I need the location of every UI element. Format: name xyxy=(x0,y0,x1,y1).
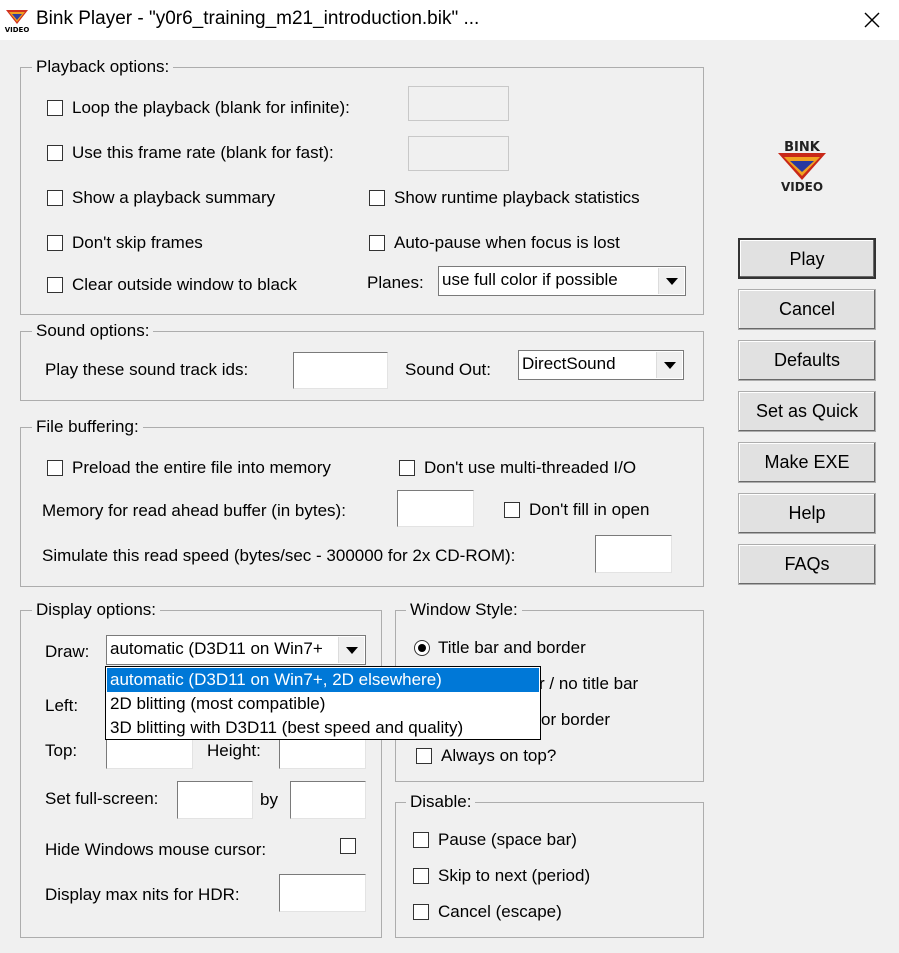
chevron-down-icon[interactable] xyxy=(338,637,364,663)
display-options-label: Display options: xyxy=(32,600,161,620)
dont-fill-label: Don't fill in open xyxy=(529,500,650,519)
chevron-down-icon[interactable] xyxy=(658,268,684,294)
fullscreen-label: Set full-screen: xyxy=(45,789,159,808)
hide-cursor-checkbox[interactable] xyxy=(340,838,356,854)
loop-label: Loop the playback (blank for infinite): xyxy=(72,98,350,117)
draw-label: Draw: xyxy=(45,642,90,661)
defaults-button[interactable]: Defaults xyxy=(738,340,876,381)
sound-track-ids-label: Play these sound track ids: xyxy=(45,360,249,379)
set-as-quick-button[interactable]: Set as Quick xyxy=(738,391,876,432)
playback-summary-label: Show a playback summary xyxy=(72,188,276,207)
draw-option-automatic[interactable]: automatic (D3D11 on Win7+, 2D elsewhere) xyxy=(107,668,539,692)
frame-rate-label: Use this frame rate (blank for fast): xyxy=(72,143,334,162)
no-multithread-label: Don't use multi-threaded I/O xyxy=(424,458,637,477)
disable-pause-checkbox[interactable] xyxy=(413,832,429,848)
disable-label: Disable: xyxy=(406,792,476,812)
simulate-speed-label: Simulate this read speed (bytes/sec - 30… xyxy=(42,546,516,565)
read-ahead-label: Memory for read ahead buffer (in bytes): xyxy=(42,501,346,520)
no-border-label: or border xyxy=(541,710,610,729)
max-nits-label: Display max nits for HDR: xyxy=(45,885,240,904)
fullscreen-width-input[interactable] xyxy=(177,781,253,819)
file-buffering-label: File buffering: xyxy=(32,417,143,437)
top-label: Top: xyxy=(45,741,78,760)
sound-out-label: Sound Out: xyxy=(405,360,492,379)
sound-options-label: Sound options: xyxy=(32,321,154,341)
svg-text:VIDEO: VIDEO xyxy=(5,26,30,34)
disable-pause-label: Pause (space bar) xyxy=(438,830,577,849)
disable-skip-checkbox[interactable] xyxy=(413,868,429,884)
play-button[interactable]: Play xyxy=(738,238,876,279)
playback-options-label: Playback options: xyxy=(32,57,174,77)
dont-skip-frames-label: Don't skip frames xyxy=(72,233,203,252)
draw-select-value: automatic (D3D11 on Win7+ xyxy=(110,639,323,658)
logo-bottom-text: VIDEO xyxy=(781,180,823,194)
max-nits-input[interactable] xyxy=(279,874,366,912)
title-bar-border-label: Title bar and border xyxy=(438,638,586,657)
runtime-stats-label: Show runtime playback statistics xyxy=(394,188,640,207)
radio-selected-dot xyxy=(418,644,426,652)
sound-out-value: DirectSound xyxy=(522,354,616,373)
disable-cancel-checkbox[interactable] xyxy=(413,904,429,920)
cancel-button[interactable]: Cancel xyxy=(738,289,876,330)
planes-select[interactable]: use full color if possible xyxy=(438,266,686,296)
left-label: Left: xyxy=(45,696,79,715)
title-bar: VIDEO Bink Player - "y0r6_training_m21_i… xyxy=(0,0,899,40)
no-multithread-checkbox[interactable] xyxy=(399,460,415,476)
height-label: Height: xyxy=(207,741,261,760)
fullscreen-height-input[interactable] xyxy=(290,781,366,819)
frame-rate-checkbox[interactable] xyxy=(47,145,63,161)
fullscreen-by-label: by xyxy=(260,790,278,809)
draw-dropdown-list: automatic (D3D11 on Win7+, 2D elsewhere)… xyxy=(105,666,541,740)
clear-outside-label: Clear outside window to black xyxy=(72,275,297,294)
runtime-stats-checkbox[interactable] xyxy=(369,190,385,206)
disable-skip-label: Skip to next (period) xyxy=(438,866,591,885)
no-title-bar-label: r / no title bar xyxy=(539,674,639,693)
preload-checkbox[interactable] xyxy=(47,460,63,476)
draw-option-3d-blitting[interactable]: 3D blitting with D3D11 (best speed and q… xyxy=(107,716,539,740)
auto-pause-checkbox[interactable] xyxy=(369,235,385,251)
draw-option-2d-blitting[interactable]: 2D blitting (most compatible) xyxy=(107,692,539,716)
window-style-label: Window Style: xyxy=(406,600,522,620)
bink-logo-icon: BINK VIDEO xyxy=(778,140,826,194)
loop-count-input[interactable] xyxy=(408,86,509,121)
read-ahead-input[interactable] xyxy=(397,490,474,527)
window-title: Bink Player - "y0r6_training_m21_introdu… xyxy=(36,8,480,29)
clear-outside-checkbox[interactable] xyxy=(47,277,63,293)
bink-app-icon: VIDEO xyxy=(5,10,30,34)
make-exe-button[interactable]: Make EXE xyxy=(738,442,876,483)
logo-top-text: BINK xyxy=(784,140,821,155)
sound-out-select[interactable]: DirectSound xyxy=(518,350,684,380)
dont-skip-frames-checkbox[interactable] xyxy=(47,235,63,251)
simulate-speed-input[interactable] xyxy=(595,535,672,573)
draw-select[interactable]: automatic (D3D11 on Win7+ xyxy=(106,635,366,665)
playback-summary-checkbox[interactable] xyxy=(47,190,63,206)
planes-select-value: use full color if possible xyxy=(442,270,618,289)
always-on-top-label: Always on top? xyxy=(441,746,557,765)
always-on-top-checkbox[interactable] xyxy=(416,748,432,764)
disable-cancel-label: Cancel (escape) xyxy=(438,902,562,921)
title-bar-border-radio[interactable] xyxy=(414,640,430,656)
chevron-down-icon[interactable] xyxy=(656,352,682,378)
frame-rate-input[interactable] xyxy=(408,136,509,171)
planes-label: Planes: xyxy=(367,273,424,292)
help-button[interactable]: Help xyxy=(738,493,876,534)
sound-track-ids-input[interactable] xyxy=(293,352,388,389)
preload-label: Preload the entire file into memory xyxy=(72,458,331,477)
loop-checkbox[interactable] xyxy=(47,100,63,116)
auto-pause-label: Auto-pause when focus is lost xyxy=(394,233,620,252)
faqs-button[interactable]: FAQs xyxy=(738,544,876,585)
hide-cursor-label: Hide Windows mouse cursor: xyxy=(45,840,267,859)
close-icon[interactable] xyxy=(862,10,882,30)
dont-fill-checkbox[interactable] xyxy=(504,502,520,518)
